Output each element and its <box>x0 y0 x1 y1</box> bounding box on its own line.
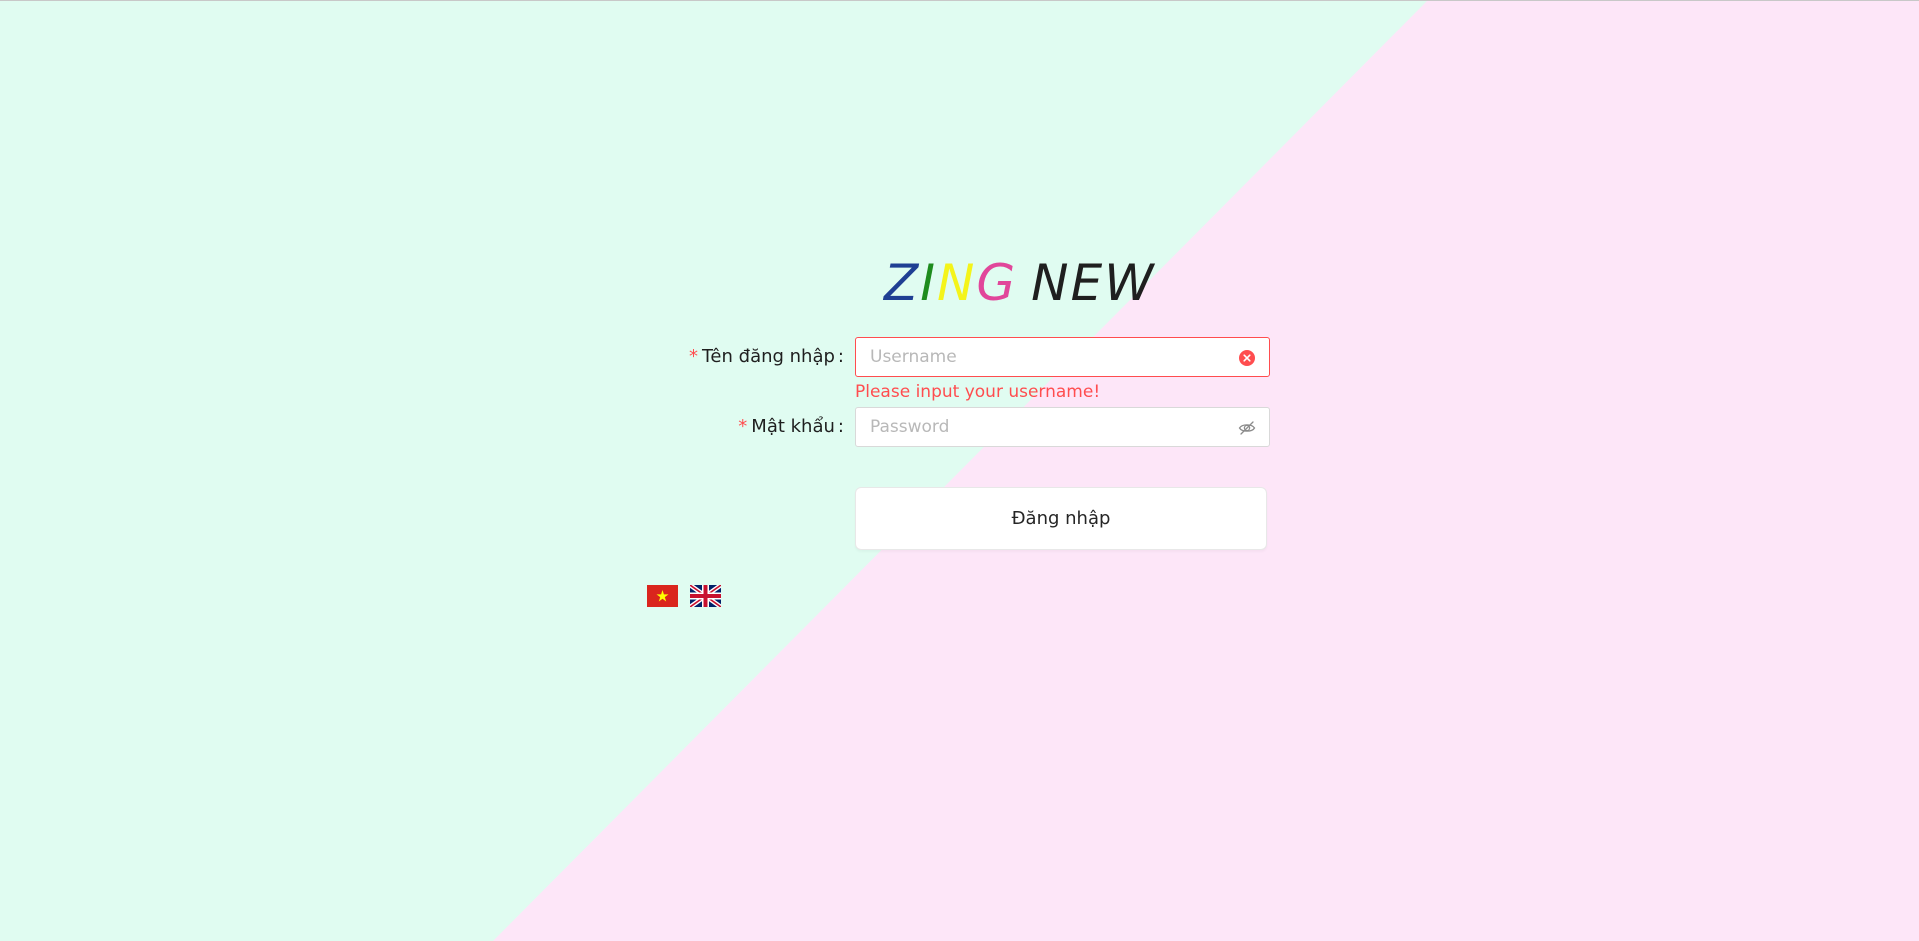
username-field[interactable] <box>855 337 1270 377</box>
username-label: * Tên đăng nhập: <box>689 337 844 377</box>
diagonal-background <box>0 1 1919 941</box>
eye-invisible-icon[interactable] <box>1238 419 1256 437</box>
password-label: * Mật khẩu: <box>738 407 844 447</box>
password-row: * Mật khẩu: <box>0 407 1919 447</box>
brand-letter-i: I <box>920 254 938 312</box>
label-colon: : <box>837 346 844 367</box>
label-colon: : <box>837 416 844 437</box>
required-mark: * <box>738 416 748 437</box>
required-mark: * <box>688 346 698 367</box>
username-error-message: Please input your username! <box>855 382 1101 402</box>
brand-logo: ZING NEW <box>884 250 1156 316</box>
brand-letter-g: G <box>976 254 1018 312</box>
error-circle-icon[interactable] <box>1238 349 1256 367</box>
login-button[interactable]: Đăng nhập <box>855 487 1267 550</box>
username-row: * Tên đăng nhập: <box>0 337 1919 377</box>
username-label-text: Tên đăng nhập <box>701 346 835 367</box>
login-page: ZINGNEW *Tên đăng nhập: Please input you… <box>0 0 1919 941</box>
vietnam-flag-icon[interactable] <box>647 585 678 607</box>
password-field[interactable] <box>855 407 1270 447</box>
brand-letter-z: Z <box>884 254 921 312</box>
uk-flag-icon[interactable] <box>690 585 721 607</box>
password-label-text: Mật khẩu <box>751 416 835 437</box>
brand-letter-n: N <box>937 254 977 312</box>
username-input[interactable] <box>870 338 1230 376</box>
password-input[interactable] <box>870 408 1230 446</box>
brand-suffix: NEW <box>1031 254 1156 312</box>
